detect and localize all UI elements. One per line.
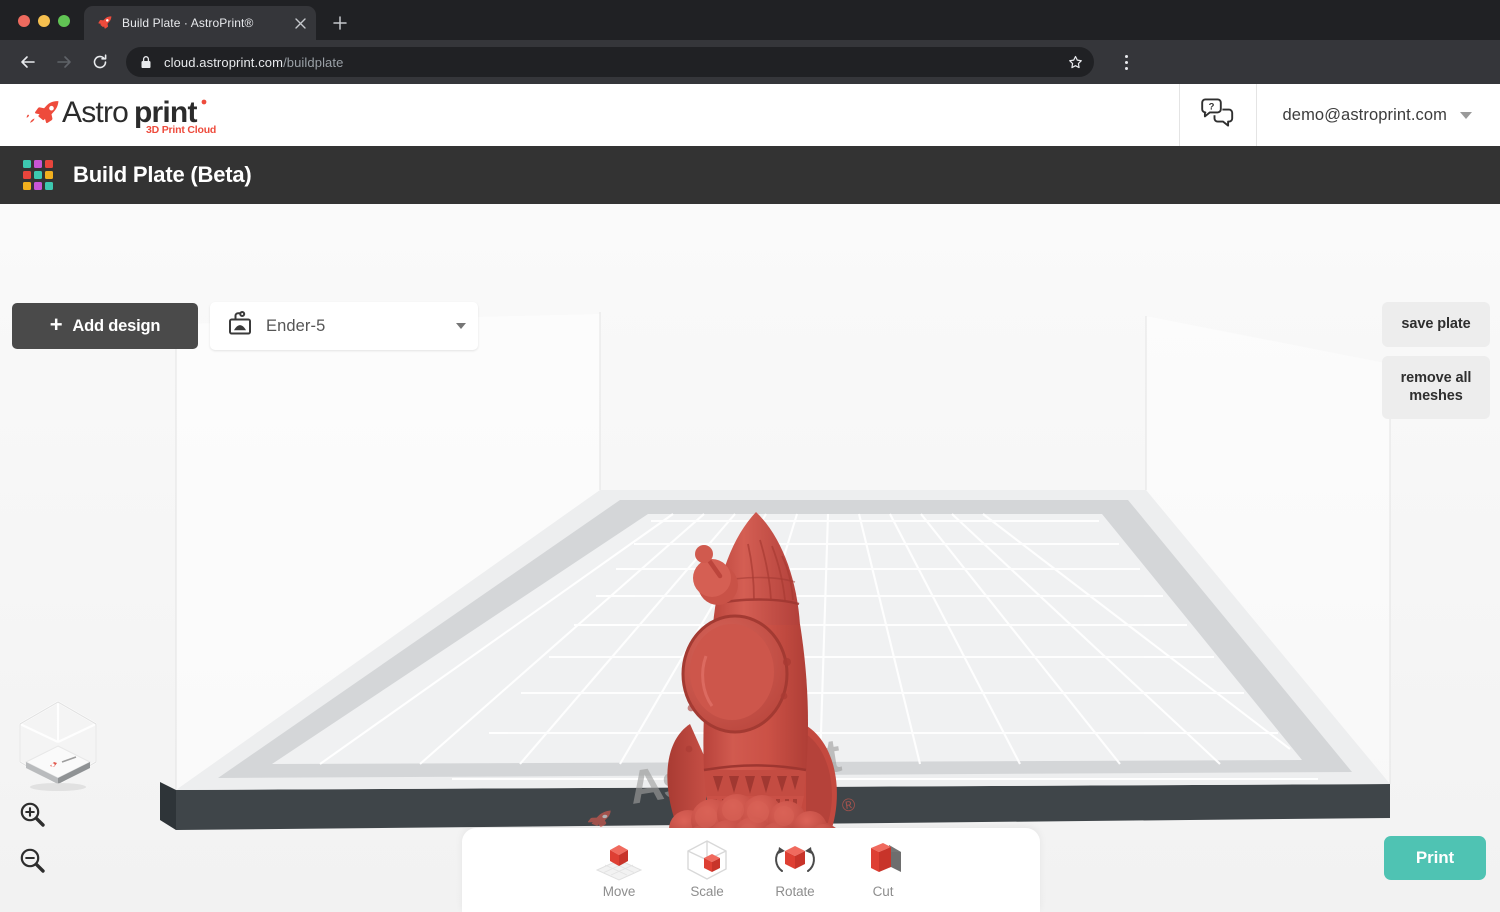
tool-move-label: Move [603,884,636,899]
printer-select[interactable]: Ender-5 [210,302,478,350]
account-email: demo@astroprint.com [1283,106,1447,125]
add-design-label: Add design [72,317,160,336]
chevron-down-icon [1460,112,1472,119]
close-icon[interactable] [290,13,310,33]
page-title: Build Plate (Beta) [73,162,252,188]
browser-tab-strip: Build Plate · AstroPrint® [0,0,1500,40]
window-traffic-lights [10,15,84,40]
reload-button[interactable] [84,46,116,78]
tool-cut-label: Cut [873,884,894,899]
zoom-controls [18,800,46,874]
rotate-cube-icon [769,836,821,882]
address-bar-url: cloud.astroprint.com/buildplate [164,55,343,70]
window-close-button[interactable] [18,15,30,27]
logo-svg: Astro print 3D Print Cloud [24,92,224,138]
printer-name: Ender-5 [266,317,442,336]
astroprint-logo[interactable]: Astro print 3D Print Cloud [0,92,224,138]
address-bar[interactable]: cloud.astroprint.com/buildplate [126,47,1094,77]
app-header: Astro print 3D Print Cloud ? [0,84,1500,146]
scale-cube-icon [681,836,733,882]
lock-icon [140,55,154,69]
view-cube-icon[interactable] [12,696,104,792]
window-maximize-button[interactable] [58,15,70,27]
tool-cut[interactable]: Cut [839,828,927,912]
app-page: Astro print 3D Print Cloud ? [0,84,1500,912]
header-right: ? demo@astroprint.com [1179,84,1500,146]
new-tab-button[interactable] [326,9,354,37]
plus-icon: + [50,314,63,336]
star-icon[interactable] [1062,49,1088,75]
rocket-icon [97,15,113,31]
tool-rotate-label: Rotate [775,884,814,899]
browser-tab-title: Build Plate · AstroPrint® [122,16,281,30]
forward-button[interactable] [48,46,80,78]
magnifier-minus-icon[interactable] [18,846,46,874]
tool-rotate[interactable]: Rotate [751,828,839,912]
page-title-bar: Build Plate (Beta) [0,146,1500,204]
tool-move[interactable]: Move [575,828,663,912]
svg-text:3D Print Cloud: 3D Print Cloud [146,124,216,136]
printer-3d-icon [228,311,252,342]
print-button[interactable]: Print [1384,836,1486,880]
save-plate-button[interactable]: save plate [1382,302,1490,347]
help-chat-button[interactable]: ? [1179,84,1257,146]
browser-toolbar: cloud.astroprint.com/buildplate [0,40,1500,84]
svg-text:Astro: Astro [62,96,128,129]
model-tools-dock: Move Scale [462,828,1040,912]
apps-grid-icon[interactable] [23,160,53,190]
three-dots-vertical-icon[interactable] [1112,48,1140,76]
window-minimize-button[interactable] [38,15,50,27]
add-design-button[interactable]: + Add design [12,303,198,349]
move-cube-icon [593,836,645,882]
svg-text:?: ? [1208,101,1214,112]
browser-tab[interactable]: Build Plate · AstroPrint® [84,6,316,40]
chevron-down-icon [456,323,466,329]
back-button[interactable] [12,46,44,78]
remove-all-meshes-button[interactable]: remove all meshes [1382,356,1490,419]
tool-scale[interactable]: Scale [663,828,751,912]
magnifier-plus-icon[interactable] [18,800,46,828]
cut-cube-icon [857,836,909,882]
account-menu[interactable]: demo@astroprint.com [1257,84,1500,146]
chat-question-icon: ? [1200,98,1236,133]
plate-actions: save plate remove all meshes [1382,302,1490,419]
tool-scale-label: Scale [690,884,723,899]
browser-window: Build Plate · AstroPrint® [0,0,1500,912]
